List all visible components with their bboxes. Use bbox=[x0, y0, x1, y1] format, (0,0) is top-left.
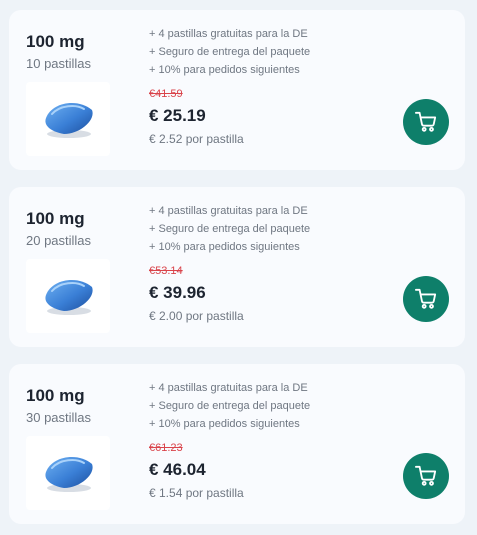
cart-icon bbox=[415, 288, 437, 309]
add-to-cart-button[interactable] bbox=[403, 276, 449, 322]
dose-label: 100 mg bbox=[26, 209, 85, 228]
dose-label: 100 mg bbox=[26, 386, 85, 405]
quantity-label: 10 pastillas bbox=[26, 56, 92, 71]
bonus-item: + 4 pastillas gratuitas para la DE bbox=[149, 28, 308, 40]
price: € 25.19 bbox=[149, 106, 206, 125]
offer-card: 100 mg 30 pastillas + 4 pastillas gratui… bbox=[9, 364, 465, 524]
bonus-item: + Seguro de entrega del paquete bbox=[149, 400, 311, 412]
blue-pill-icon bbox=[45, 280, 93, 315]
old-price: €61.23 bbox=[149, 442, 183, 454]
price: € 39.96 bbox=[149, 283, 206, 302]
offer-card: 100 mg 20 pastillas + 4 pastillas gratui… bbox=[9, 187, 465, 347]
add-to-cart-button[interactable] bbox=[403, 453, 449, 499]
bonus-item: + 4 pastillas gratuitas para la DE bbox=[149, 382, 308, 394]
price-per-pill: € 2.00 por pastilla bbox=[149, 309, 244, 323]
blue-pill-icon bbox=[45, 457, 93, 492]
add-to-cart-button[interactable] bbox=[403, 99, 449, 145]
offer-list: 100 mg 10 pastillas + 4 pastillas gratui… bbox=[0, 0, 477, 535]
bonus-item: + 10% para pedidos siguientes bbox=[149, 418, 300, 430]
bonus-item: + Seguro de entrega del paquete bbox=[149, 223, 311, 235]
bonus-list: + 4 pastillas gratuitas para la DE + Seg… bbox=[149, 25, 310, 79]
product-image bbox=[26, 436, 110, 510]
price: € 46.04 bbox=[149, 460, 206, 479]
product-image bbox=[26, 259, 110, 333]
offer-card: 100 mg 10 pastillas + 4 pastillas gratui… bbox=[9, 10, 465, 170]
price-per-pill: € 2.52 por pastilla bbox=[149, 132, 244, 146]
quantity-label: 20 pastillas bbox=[26, 233, 92, 248]
blue-pill-icon bbox=[45, 103, 93, 138]
bonus-item: + 10% para pedidos siguientes bbox=[149, 64, 300, 76]
old-price: €53.14 bbox=[149, 265, 183, 277]
bonus-item: + Seguro de entrega del paquete bbox=[149, 46, 311, 58]
cart-icon bbox=[415, 465, 437, 486]
bonus-list: + 4 pastillas gratuitas para la DE + Seg… bbox=[149, 379, 310, 433]
cart-icon bbox=[415, 111, 437, 132]
bonus-item: + 4 pastillas gratuitas para la DE bbox=[149, 205, 308, 217]
old-price: €41.59 bbox=[149, 88, 183, 100]
price-per-pill: € 1.54 por pastilla bbox=[149, 486, 244, 500]
bonus-list: + 4 pastillas gratuitas para la DE + Seg… bbox=[149, 202, 310, 256]
product-image bbox=[26, 82, 110, 156]
bonus-item: + 10% para pedidos siguientes bbox=[149, 241, 300, 253]
quantity-label: 30 pastillas bbox=[26, 410, 92, 425]
dose-label: 100 mg bbox=[26, 32, 85, 51]
